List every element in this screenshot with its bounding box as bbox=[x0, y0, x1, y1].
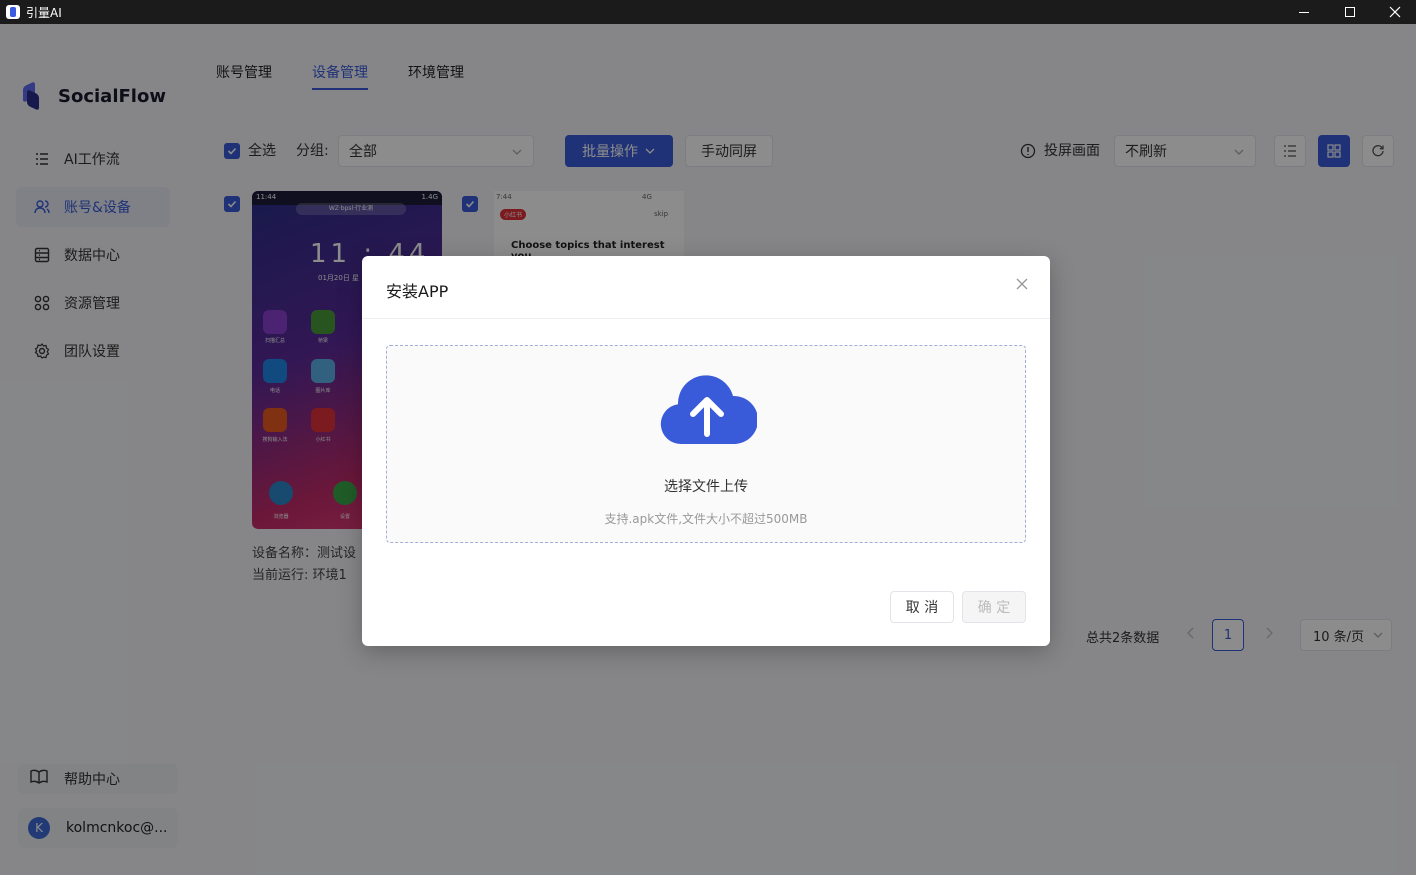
minimize-icon bbox=[1299, 11, 1309, 13]
dialog-title: 安装APP bbox=[386, 282, 449, 301]
cancel-button[interactable]: 取 消 bbox=[890, 591, 954, 623]
cloud-upload-icon bbox=[660, 375, 757, 445]
app-logo-icon bbox=[6, 5, 20, 19]
close-icon bbox=[1389, 6, 1401, 18]
confirm-button[interactable]: 确 定 bbox=[962, 591, 1026, 623]
window-title: 引量AI bbox=[26, 5, 62, 20]
maximize-icon bbox=[1345, 7, 1355, 17]
window-close-button[interactable] bbox=[1372, 0, 1416, 24]
file-upload-dropzone[interactable]: 选择文件上传 支持.apk文件,文件大小不超过500MB bbox=[386, 345, 1026, 543]
upload-title: 选择文件上传 bbox=[664, 479, 748, 495]
dialog-close-button[interactable] bbox=[1014, 276, 1030, 292]
upload-hint: 支持.apk文件,文件大小不超过500MB bbox=[604, 512, 808, 526]
maximize-button[interactable] bbox=[1327, 0, 1373, 24]
install-app-dialog: 安装APP 选择文件上传 支持.apk文件,文件大小不超过500MB 取 消 确… bbox=[362, 256, 1050, 646]
close-icon bbox=[1016, 278, 1028, 290]
dialog-divider bbox=[362, 318, 1050, 319]
minimize-button[interactable] bbox=[1281, 0, 1327, 24]
window-titlebar: 引量AI bbox=[0, 0, 1416, 24]
